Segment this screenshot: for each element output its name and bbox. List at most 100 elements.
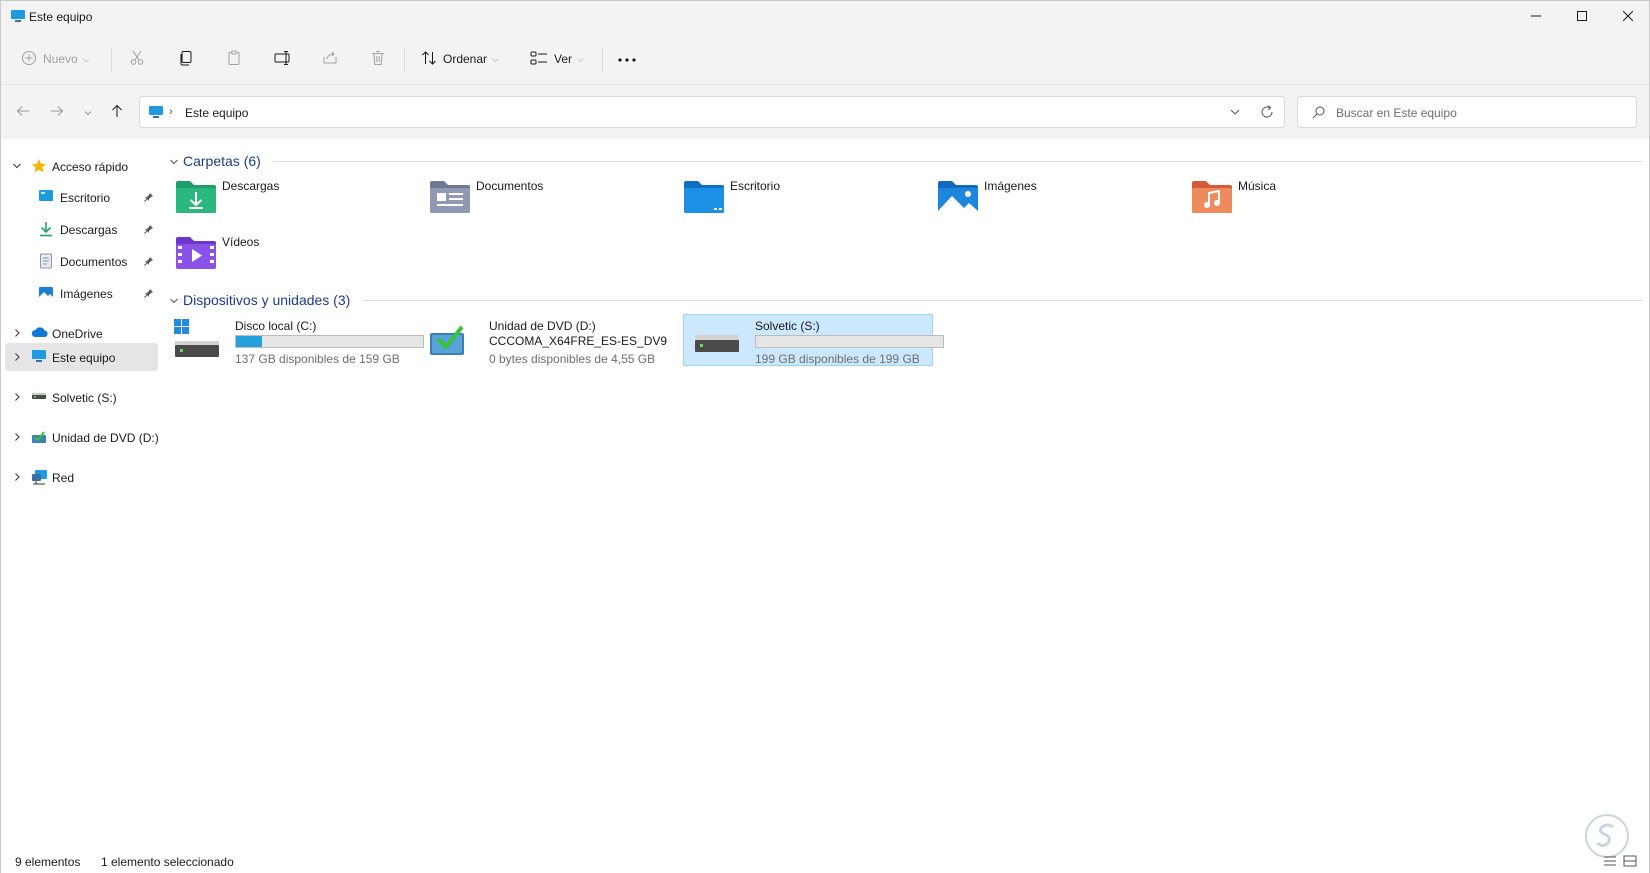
toolbar-divider (602, 47, 603, 73)
copy-icon (178, 50, 194, 69)
navigation-pane: Acceso rápido Escritorio Descargas Docum… (1, 139, 161, 843)
search-box[interactable] (1297, 96, 1637, 128)
sort-label: Ordenar (443, 52, 488, 66)
search-input[interactable] (1336, 104, 1626, 122)
drive-volume-label: CCCOMA_X64FRE_ES-ES_DV9 (489, 334, 668, 348)
sidebar-item-network[interactable]: Red (5, 463, 158, 491)
new-button[interactable]: Nuevo ⌵ (21, 44, 90, 74)
paste-icon (226, 50, 242, 69)
sidebar-item-documents[interactable]: Documentos (5, 247, 158, 275)
sidebar-item-label: Unidad de DVD (D:) (52, 431, 159, 445)
chevron-right-icon: › (169, 106, 173, 118)
drive-free-space: 199 GB disponibles de 199 GB (755, 352, 920, 366)
chevron-right-icon[interactable] (12, 431, 22, 445)
drive-name: Unidad de DVD (D:) (489, 319, 596, 333)
pictures-icon (38, 285, 54, 304)
sidebar-item-downloads[interactable]: Descargas (5, 215, 158, 243)
logo-watermark (1584, 813, 1630, 862)
videos-folder-icon (174, 233, 218, 274)
group-title: Carpetas (6) (183, 153, 261, 169)
pictures-folder-icon (936, 177, 980, 218)
drive-icon (31, 389, 47, 406)
folder-tile-desktop[interactable]: Escritorio (669, 174, 909, 222)
music-folder-icon (1190, 177, 1234, 218)
up-button[interactable] (106, 101, 128, 123)
window-title: Este equipo (29, 10, 93, 24)
sidebar-item-this-pc[interactable]: Este equipo (5, 343, 158, 371)
more-icon (617, 52, 637, 66)
pin-icon (144, 191, 154, 205)
sidebar-item-solvetic[interactable]: Solvetic (S:) (5, 383, 158, 411)
desktop-folder-icon (682, 177, 726, 218)
delete-button[interactable] (370, 44, 386, 74)
address-bar[interactable]: › Este equipo (139, 96, 1285, 128)
network-icon (31, 469, 49, 488)
close-icon (1622, 10, 1634, 24)
back-button[interactable] (12, 101, 34, 123)
folder-tile-pictures[interactable]: Imágenes (923, 174, 1163, 222)
sidebar-item-desktop[interactable]: Escritorio (5, 183, 158, 211)
documents-folder-icon (428, 177, 472, 218)
arrow-up-icon (111, 104, 123, 121)
command-bar: Nuevo ⌵ Ordenar ⌵ Ver ⌵ (1, 32, 1649, 85)
chevron-down-icon (169, 156, 179, 170)
this-pc-icon (31, 349, 47, 366)
chevron-right-icon[interactable] (12, 351, 22, 365)
drive-usage-bar (755, 335, 944, 348)
cut-icon (129, 50, 145, 69)
view-button[interactable]: Ver ⌵ (530, 44, 584, 74)
item-count: 9 elementos (15, 855, 81, 869)
arrow-left-icon (16, 105, 30, 120)
toolbar-divider (111, 47, 112, 73)
navigation-row: › Este equipo (1, 85, 1649, 139)
sidebar-item-label: Red (52, 471, 75, 485)
close-button[interactable] (1605, 1, 1650, 32)
more-options-button[interactable] (617, 44, 637, 74)
minimize-button[interactable] (1513, 1, 1559, 32)
sidebar-item-dvd[interactable]: Unidad de DVD (D:) (5, 423, 159, 451)
chevron-right-icon[interactable] (12, 391, 22, 405)
share-icon (322, 50, 338, 69)
this-pc-icon (10, 9, 26, 26)
chevron-right-icon[interactable] (12, 471, 22, 485)
sidebar-item-label: Escritorio (60, 191, 111, 205)
dvd-drive-icon (31, 429, 47, 448)
minimize-icon (1531, 10, 1541, 24)
document-icon (38, 253, 54, 272)
onedrive-icon (31, 325, 49, 342)
breadcrumb[interactable]: Este equipo (185, 106, 248, 120)
maximize-button[interactable] (1559, 1, 1605, 32)
chevron-down-icon (169, 295, 179, 309)
sidebar-item-pictures[interactable]: Imágenes (5, 279, 158, 307)
this-pc-icon (148, 105, 164, 122)
cut-button[interactable] (129, 44, 145, 74)
folder-tile-videos[interactable]: Vídeos (161, 230, 401, 278)
drive-name: Disco local (C:) (235, 319, 317, 333)
group-divider (363, 300, 1643, 301)
drive-tile-solvetic-s[interactable]: Solvetic (S:) 199 GB disponibles de 199 … (683, 314, 944, 366)
chevron-down-icon[interactable] (12, 160, 22, 174)
delete-icon (370, 50, 386, 69)
drive-tile-local-c[interactable]: Disco local (C:) 137 GB disponibles de 1… (163, 314, 424, 366)
new-label: Nuevo (43, 52, 78, 66)
refresh-button[interactable] (1260, 104, 1274, 123)
toolbar-divider (404, 47, 405, 73)
folder-tile-documents[interactable]: Documentos (415, 174, 655, 222)
chevron-down-icon: ⌵ (492, 53, 499, 64)
sort-button[interactable]: Ordenar ⌵ (421, 44, 499, 74)
drive-tile-dvd-d[interactable]: Unidad de DVD (D:) CCCOMA_X64FRE_ES-ES_D… (417, 314, 667, 366)
folder-tile-music[interactable]: Música (1177, 174, 1417, 222)
rename-button[interactable] (274, 44, 292, 74)
sidebar-item-quick-access[interactable]: Acceso rápido (5, 152, 158, 180)
folder-tile-downloads[interactable]: Descargas (161, 174, 401, 222)
sort-icon (421, 50, 437, 69)
forward-button[interactable] (46, 101, 68, 123)
address-history-button[interactable] (1230, 105, 1240, 122)
copy-button[interactable] (178, 44, 194, 74)
share-button[interactable] (322, 44, 338, 74)
chevron-right-icon[interactable] (12, 327, 22, 341)
sidebar-item-label: Solvetic (S:) (52, 391, 117, 405)
selection-count: 1 elemento seleccionado (101, 855, 234, 869)
paste-button[interactable] (226, 44, 242, 74)
recent-locations-button[interactable] (77, 101, 99, 123)
